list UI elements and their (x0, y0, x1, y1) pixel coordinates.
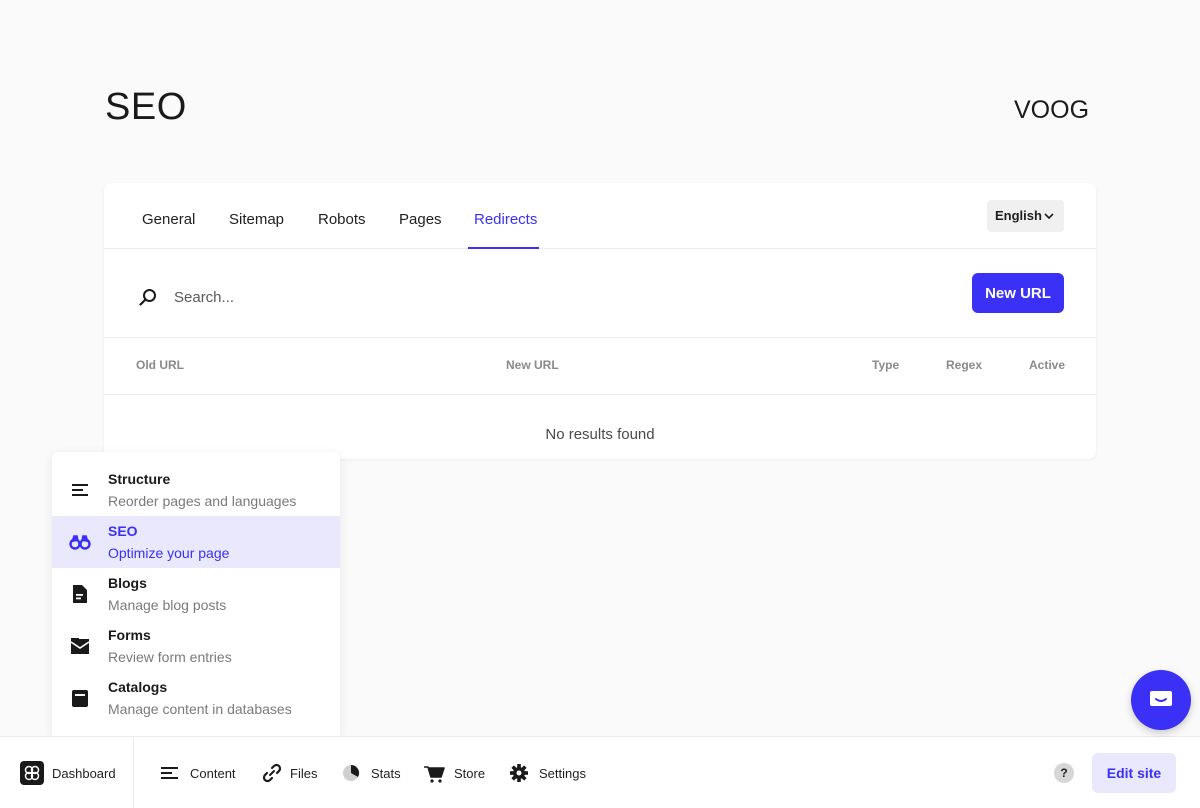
link-icon (262, 763, 282, 783)
chat-button[interactable] (1131, 670, 1191, 730)
pie-chart-icon (343, 764, 360, 781)
svg-text:VOOG: VOOG (1014, 96, 1089, 122)
search-input[interactable] (174, 284, 774, 310)
mail-icon (70, 638, 90, 654)
files-label: Files (290, 766, 318, 781)
search-icon (139, 289, 156, 306)
menu-item-subtitle: Review form entries (108, 649, 232, 665)
language-select-value: English (995, 208, 1042, 223)
menu-item-title: Forms (108, 627, 151, 643)
menu-item-subtitle: Manage content in databases (108, 701, 292, 717)
voog-logo: VOOG (1014, 96, 1089, 122)
catalog-icon (72, 690, 88, 707)
binoculars-icon (69, 535, 91, 550)
content-icon (161, 767, 178, 779)
menu-item-title: SEO (108, 523, 138, 539)
tab-pages[interactable]: Pages (399, 211, 442, 228)
settings-label: Settings (539, 766, 586, 781)
column-new-url[interactable]: New URL (506, 358, 559, 372)
column-type[interactable]: Type (872, 358, 899, 372)
bottom-bar: Dashboard Content Files Stats Store Sett… (0, 736, 1200, 808)
table-header: Old URL New URL Type Regex Active (104, 338, 1096, 395)
menu-item-subtitle: Optimize your page (108, 545, 230, 561)
page-title: SEO (105, 86, 187, 128)
menu-item-title: Structure (108, 471, 171, 487)
store-label: Store (454, 766, 486, 781)
tab-general[interactable]: General (142, 211, 195, 228)
menu-item-forms[interactable]: Forms Review form entries (52, 620, 340, 672)
stats-label: Stats (371, 766, 401, 781)
content-label: Content (190, 766, 236, 781)
menu-item-title: Blogs (108, 575, 147, 591)
menu-item-title: Catalogs (108, 679, 168, 695)
chat-icon (1150, 691, 1172, 706)
column-old-url[interactable]: Old URL (136, 358, 184, 372)
language-select[interactable]: English (987, 200, 1064, 232)
tab-robots[interactable]: Robots (318, 211, 366, 228)
dashboard-label: Dashboard (52, 766, 116, 781)
menu-item-structure[interactable]: Structure Reorder pages and languages (52, 464, 340, 516)
tab-sitemap[interactable]: Sitemap (229, 211, 284, 228)
gear-icon (510, 764, 528, 782)
empty-state: No results found (545, 426, 655, 443)
column-active[interactable]: Active (1029, 358, 1065, 372)
bottom-bar-divider (133, 737, 134, 808)
new-url-button[interactable]: New URL (972, 273, 1064, 313)
content-menu: Structure Reorder pages and languages SE… (52, 452, 340, 736)
tab-bar: General Sitemap Robots Pages Redirects E… (104, 183, 1096, 249)
structure-icon (72, 484, 88, 496)
menu-item-subtitle: Reorder pages and languages (108, 493, 297, 509)
tab-redirects[interactable]: Redirects (474, 211, 537, 228)
dashboard-logo-icon (20, 761, 44, 785)
edit-site-button[interactable]: Edit site (1092, 753, 1176, 793)
search-row: New URL (104, 249, 1096, 338)
document-icon (73, 585, 87, 603)
menu-item-catalogs[interactable]: Catalogs Manage content in databases (52, 672, 340, 724)
help-button[interactable]: ? (1054, 763, 1074, 783)
chevron-down-icon (1044, 213, 1054, 220)
menu-item-seo[interactable]: SEO Optimize your page (52, 516, 340, 568)
menu-item-blogs[interactable]: Blogs Manage blog posts (52, 568, 340, 620)
cart-icon (424, 766, 445, 783)
seo-card: General Sitemap Robots Pages Redirects E… (104, 183, 1096, 459)
column-regex[interactable]: Regex (946, 358, 982, 372)
menu-item-subtitle: Manage blog posts (108, 597, 227, 613)
